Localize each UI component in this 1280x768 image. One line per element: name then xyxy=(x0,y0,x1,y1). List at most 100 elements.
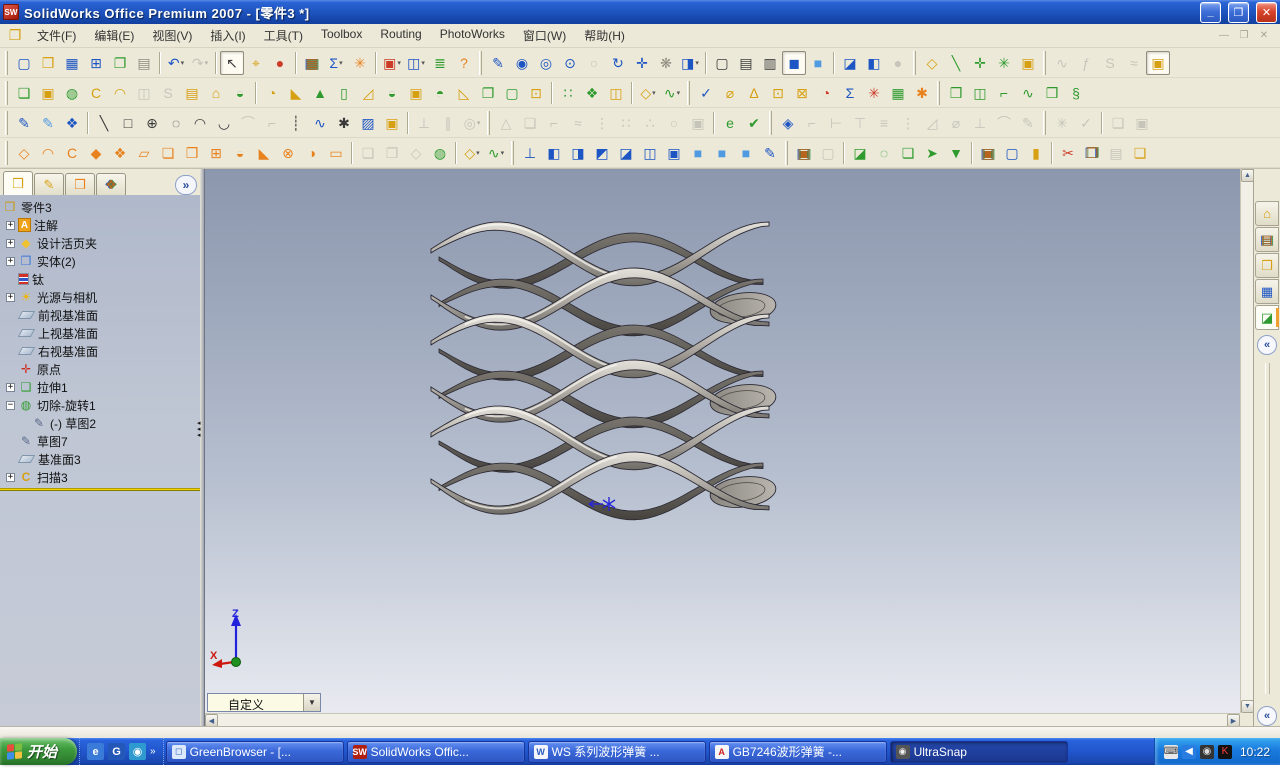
curves-2-dropdown-arrow-icon[interactable]: ▾ xyxy=(501,149,505,157)
tree-item[interactable]: ✛ 原点 xyxy=(0,360,200,378)
view-origins-button[interactable]: ✳ xyxy=(992,51,1016,75)
make-assembly-from-part-button[interactable]: ❐ xyxy=(108,51,132,75)
isometric-view-button[interactable]: ■ xyxy=(686,141,710,165)
left-view-button[interactable]: ◩ xyxy=(590,141,614,165)
reference-geometry-2-button[interactable]: ◇ ▾ xyxy=(460,141,484,165)
boundary-surface-button[interactable]: ❖ xyxy=(108,141,132,165)
area-hatch-button[interactable]: ▨ xyxy=(356,111,380,135)
modify-dimension-button[interactable]: ◈ xyxy=(776,111,800,135)
reference-geometry-button[interactable]: ◇ ▾ xyxy=(636,81,660,105)
curves-2-button[interactable]: ∿ ▾ xyxy=(484,141,508,165)
extruded-cut-button[interactable]: ▤ xyxy=(180,81,204,105)
tree-expander[interactable]: + xyxy=(6,256,15,266)
tree-item[interactable]: + C 扫描3 xyxy=(0,468,200,486)
undo-dropdown-arrow-icon[interactable]: ▾ xyxy=(181,59,185,67)
combine-button[interactable]: ◓ xyxy=(428,81,452,105)
tree-item[interactable]: 基准面3 xyxy=(0,450,200,468)
lofted-surface-button[interactable]: ◆ xyxy=(84,141,108,165)
sketch-button[interactable]: ✎ xyxy=(12,111,36,135)
offset-entities-button[interactable]: ≈ xyxy=(566,111,590,135)
untrim-surface-button[interactable]: ◑ xyxy=(300,141,324,165)
menu-5[interactable]: 工具(T) xyxy=(255,24,312,47)
draft-button[interactable]: ◿ xyxy=(356,81,380,105)
delete-body-button[interactable]: ▢ xyxy=(500,81,524,105)
render-button[interactable]: ▣ xyxy=(792,141,816,165)
extruded-surface-button[interactable]: ◇ xyxy=(12,141,36,165)
note-button[interactable]: △ xyxy=(494,111,518,135)
tree-item[interactable]: + ❏ 拉伸1 xyxy=(0,378,200,396)
thicken-button[interactable]: ◒ xyxy=(228,141,252,165)
scroll-right-icon[interactable]: ▶ xyxy=(1227,714,1240,726)
rib-button[interactable]: ▲ xyxy=(308,81,332,105)
graphics-viewport[interactable]: Z X 自定义 ▼ ▲ ▼ ◀ ▶ xyxy=(204,169,1253,726)
task-pane-collapse-button[interactable]: « xyxy=(1257,335,1277,355)
tree-item[interactable]: − ◍ 切除-旋转1 xyxy=(0,396,200,414)
kaspersky-icon[interactable]: K xyxy=(1217,744,1232,759)
wrap-button[interactable]: ▣ xyxy=(404,81,428,105)
tree-expander[interactable]: + xyxy=(6,238,15,248)
revolved-cut-button[interactable]: ◒ xyxy=(228,81,252,105)
start-button[interactable]: 开始 xyxy=(0,738,78,765)
dome-button[interactable]: ◒ xyxy=(380,81,404,105)
view-coordinate-systems-button[interactable]: ✛ xyxy=(968,51,992,75)
equation-driven-curve-button[interactable]: e xyxy=(718,111,742,135)
design-table-button[interactable]: ▦ xyxy=(886,81,910,105)
circle-button[interactable]: ⊕ xyxy=(140,111,164,135)
swept-cut-button[interactable]: S xyxy=(156,81,180,105)
view-orientation-combo[interactable]: 自定义 ▼ xyxy=(207,693,321,712)
equations-button[interactable]: Σ ▾ xyxy=(324,51,348,75)
view-palette-tab[interactable]: ▦ xyxy=(1255,279,1279,304)
baseline-dimension-button[interactable]: ≡ xyxy=(872,111,896,135)
task-pane-collapse-bottom-button[interactable]: « xyxy=(1257,706,1277,726)
parting-surface-button[interactable]: ∿ xyxy=(1016,81,1040,105)
check-sketch-for-feature-button[interactable]: ✔ xyxy=(742,111,766,135)
indent-feature-button[interactable]: ⊡ xyxy=(524,81,548,105)
display-relations-button[interactable]: ∥ xyxy=(436,111,460,135)
cut-image-button[interactable]: ✂ xyxy=(1056,141,1080,165)
combo-dropdown-arrow-icon[interactable]: ▼ xyxy=(303,694,320,711)
redo-dropdown-arrow-icon[interactable]: ▾ xyxy=(205,59,209,67)
help-button[interactable]: ? xyxy=(452,51,476,75)
revolved-boss-button[interactable]: ◍ xyxy=(60,81,84,105)
extruded-thin-button[interactable]: ▣ xyxy=(36,81,60,105)
linear-sketch-pattern-button[interactable]: ∷ xyxy=(614,111,638,135)
spline-button[interactable]: ∿ xyxy=(308,111,332,135)
3d-drag-button[interactable]: ❋ xyxy=(654,51,678,75)
menu-6[interactable]: Toolbox xyxy=(312,24,371,47)
tree-item[interactable]: ✎ 草图7 xyxy=(0,432,200,450)
pan-button[interactable]: ✛ xyxy=(630,51,654,75)
knit-surface-button[interactable]: ⊞ xyxy=(204,141,228,165)
pdf-task[interactable]: A GB7246波形弹簧 -... xyxy=(708,740,887,763)
chamfer-dimension-button[interactable]: ◿ xyxy=(920,111,944,135)
mirror-feature-button[interactable]: ◫ xyxy=(604,81,628,105)
copy-image-button[interactable]: ❐ xyxy=(1080,141,1104,165)
ultrasnap-task[interactable]: ◉ UltraSnap xyxy=(889,740,1068,763)
menu-3[interactable]: 视图(V) xyxy=(143,24,201,47)
print-button[interactable]: ▤ xyxy=(132,51,156,75)
chamfer-button[interactable]: ◣ xyxy=(284,81,308,105)
circular-sketch-pattern-button[interactable]: ∴ xyxy=(638,111,662,135)
split-feature-button[interactable]: ◺ xyxy=(452,81,476,105)
sketch-fillet-button[interactable]: ⌐ xyxy=(260,111,284,135)
tree-expander[interactable]: + xyxy=(6,292,15,302)
mirror-entities-button[interactable]: ⋮ xyxy=(590,111,614,135)
screen-capture-button[interactable]: ◪ xyxy=(848,141,872,165)
balloon-button[interactable]: ❏ xyxy=(518,111,542,135)
add-relation-button[interactable]: ⊥ xyxy=(412,111,436,135)
arc-dimension-button[interactable]: ⌒ xyxy=(992,111,1016,135)
centerpoint-arc-button[interactable]: ◠ xyxy=(188,111,212,135)
hidden-lines-removed-button[interactable]: ▥ xyxy=(758,51,782,75)
greenbrowser-task[interactable]: ◻ GreenBrowser - [... xyxy=(165,740,344,763)
perspective-button[interactable]: ◧ xyxy=(862,51,886,75)
tree-expander[interactable]: + xyxy=(6,382,15,392)
render-options-button[interactable]: ▣ xyxy=(976,141,1000,165)
sheet-metal-button[interactable]: ❒ xyxy=(944,81,968,105)
menu-8[interactable]: PhotoWorks xyxy=(431,24,514,47)
simulation-wave-button[interactable]: ≈ xyxy=(1122,51,1146,75)
perpendicular-dimension-button[interactable]: ⊥ xyxy=(968,111,992,135)
shaded-button[interactable]: ■ xyxy=(806,51,830,75)
zoom-in-out-button[interactable]: ⊙ xyxy=(558,51,582,75)
tree-item[interactable]: + ☀ 光源与相机 xyxy=(0,288,200,306)
mold-tools-button[interactable]: ◫ xyxy=(968,81,992,105)
circular-pattern-button[interactable]: ❖ xyxy=(580,81,604,105)
